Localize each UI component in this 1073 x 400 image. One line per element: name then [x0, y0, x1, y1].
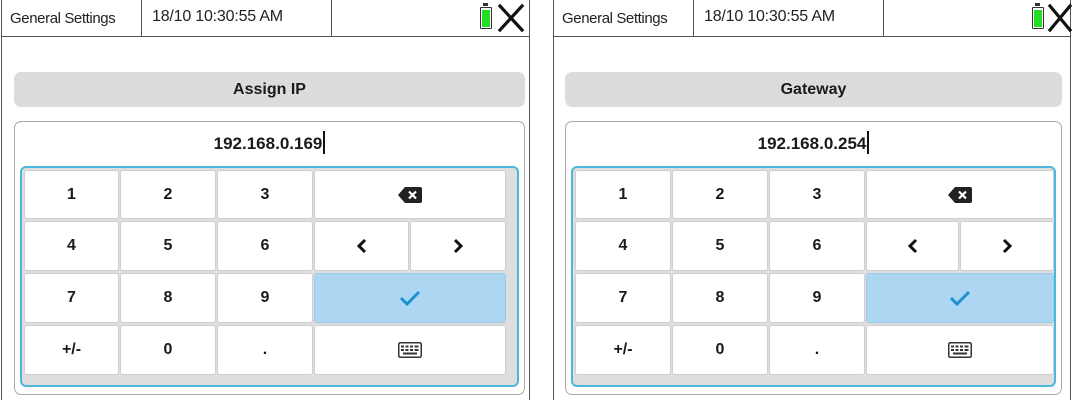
- cursor-right-button[interactable]: [410, 221, 506, 271]
- text-caret: [867, 131, 870, 154]
- key-5[interactable]: 5: [120, 221, 216, 271]
- cursor-left-button[interactable]: [866, 221, 959, 271]
- field-title: Gateway: [565, 72, 1062, 107]
- key-3[interactable]: 3: [769, 170, 865, 219]
- key-7[interactable]: 7: [24, 273, 119, 323]
- battery-icon: [480, 3, 492, 29]
- chevron-right-icon: [452, 238, 464, 254]
- close-icon[interactable]: [496, 2, 526, 34]
- numeric-keypad: 1 2 3 4 5 6 7 8 9 +/- 0 .: [20, 166, 519, 387]
- key-0[interactable]: 0: [120, 325, 216, 375]
- key-7[interactable]: 7: [575, 273, 671, 323]
- chevron-right-icon: [1001, 238, 1013, 254]
- cursor-left-button[interactable]: [314, 221, 409, 271]
- text-caret: [323, 131, 326, 154]
- keyboard-toggle-button[interactable]: [866, 325, 1054, 375]
- field-title: Assign IP: [14, 72, 525, 107]
- backspace-icon: [948, 186, 972, 203]
- key-4[interactable]: 4: [575, 221, 671, 271]
- header-bar: General Settings 18/10 10:30:55 AM: [2, 0, 529, 37]
- numeric-keypad: 1 2 3 4 5 6 7 8 9 +/- 0 .: [571, 166, 1056, 387]
- decimal-point-key[interactable]: .: [769, 325, 865, 375]
- header-title: General Settings: [554, 0, 694, 37]
- key-8[interactable]: 8: [672, 273, 768, 323]
- battery-icon: [1032, 3, 1044, 29]
- cursor-right-button[interactable]: [960, 221, 1054, 271]
- key-5[interactable]: 5: [672, 221, 768, 271]
- key-9[interactable]: 9: [769, 273, 865, 323]
- key-1[interactable]: 1: [24, 170, 119, 219]
- header-datetime: 18/10 10:30:55 AM: [142, 0, 332, 37]
- chevron-left-icon: [356, 238, 368, 254]
- entry-panel: 192.168.0.169 1 2 3 4 5 6 7 8 9 +/- 0 .: [14, 121, 525, 395]
- backspace-button[interactable]: [866, 170, 1054, 219]
- header-bar: General Settings 18/10 10:30:55 AM: [554, 0, 1072, 37]
- key-3[interactable]: 3: [217, 170, 313, 219]
- key-1[interactable]: 1: [575, 170, 671, 219]
- key-0[interactable]: 0: [672, 325, 768, 375]
- chevron-left-icon: [907, 238, 919, 254]
- key-2[interactable]: 2: [672, 170, 768, 219]
- value-display[interactable]: 192.168.0.254: [566, 122, 1061, 166]
- confirm-button[interactable]: [314, 273, 506, 323]
- header-title: General Settings: [2, 0, 142, 37]
- key-8[interactable]: 8: [120, 273, 216, 323]
- sign-toggle-key[interactable]: +/-: [575, 325, 671, 375]
- checkmark-icon: [949, 290, 971, 306]
- checkmark-icon: [399, 290, 421, 306]
- key-9[interactable]: 9: [217, 273, 313, 323]
- value-text: 192.168.0.169: [213, 134, 323, 153]
- entry-panel: 192.168.0.254 1 2 3 4 5 6 7 8 9 +/- 0 .: [565, 121, 1062, 395]
- value-display[interactable]: 192.168.0.169: [15, 122, 524, 166]
- value-text: 192.168.0.254: [757, 134, 867, 153]
- device-screen-gateway: General Settings 18/10 10:30:55 AM Gatew…: [553, 0, 1072, 400]
- keyboard-icon: [948, 342, 972, 358]
- backspace-icon: [398, 186, 422, 203]
- key-6[interactable]: 6: [217, 221, 313, 271]
- key-6[interactable]: 6: [769, 221, 865, 271]
- key-2[interactable]: 2: [120, 170, 216, 219]
- sign-toggle-key[interactable]: +/-: [24, 325, 119, 375]
- confirm-button[interactable]: [866, 273, 1054, 323]
- key-4[interactable]: 4: [24, 221, 119, 271]
- header-datetime: 18/10 10:30:55 AM: [694, 0, 884, 37]
- keyboard-toggle-button[interactable]: [314, 325, 506, 375]
- decimal-point-key[interactable]: .: [217, 325, 313, 375]
- backspace-button[interactable]: [314, 170, 506, 219]
- device-screen-assign-ip: General Settings 18/10 10:30:55 AM Assig…: [1, 0, 530, 400]
- keyboard-icon: [398, 342, 422, 358]
- close-icon[interactable]: [1046, 2, 1072, 34]
